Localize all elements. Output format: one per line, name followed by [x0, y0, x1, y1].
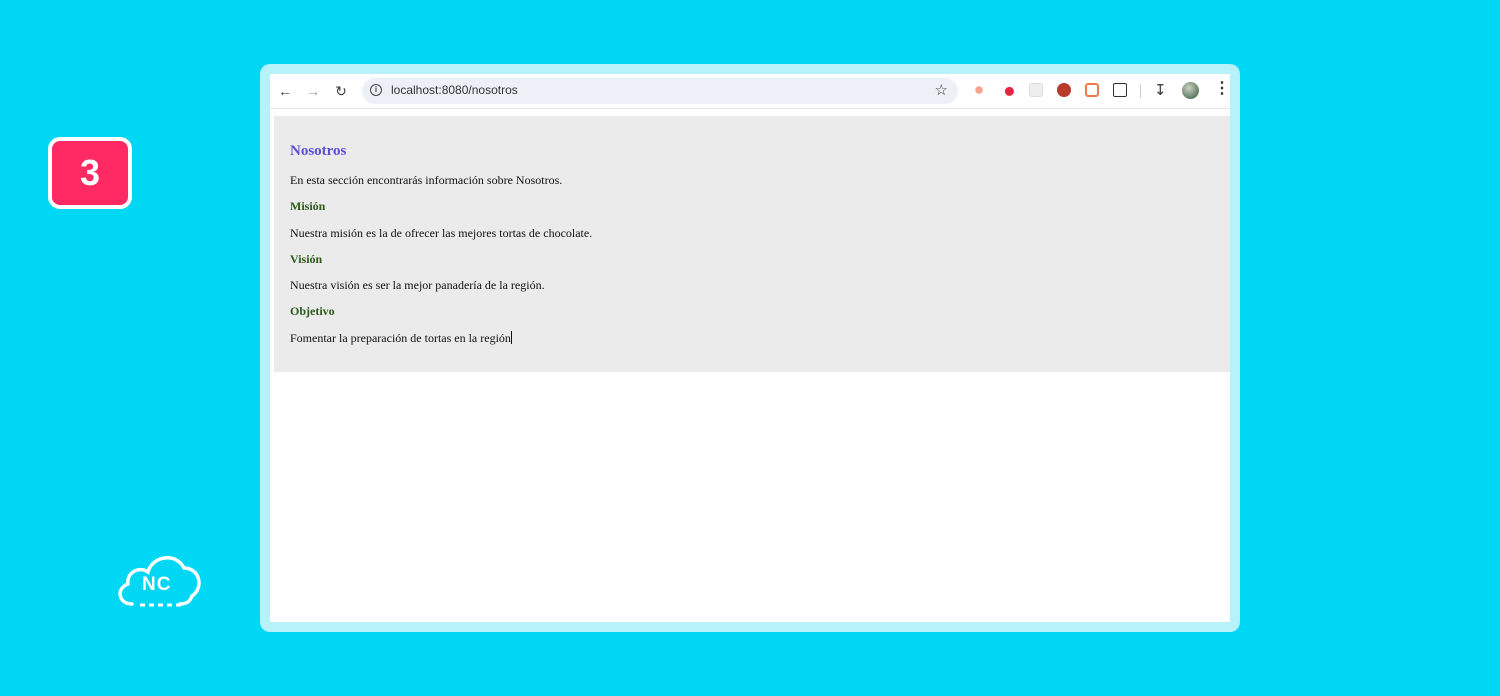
objective-paragraph: Fomentar la preparación de tortas en la … — [290, 331, 512, 346]
more-menu-icon[interactable]: ⋮ — [1214, 80, 1230, 98]
url-text[interactable]: localhost:8080/nosotros — [391, 83, 518, 97]
toolbar-divider — [1140, 84, 1141, 98]
address-bar[interactable]: i localhost:8080/nosotros ☆ — [362, 78, 958, 104]
star-icon[interactable]: ☆ — [935, 81, 948, 99]
text-caret — [510, 331, 512, 344]
extension-icon-2[interactable] — [1001, 83, 1015, 97]
extension-icon-3[interactable] — [1029, 83, 1043, 97]
extensions-puzzle-icon[interactable] — [1113, 83, 1127, 97]
extension-icon-5[interactable] — [1085, 83, 1099, 97]
mission-text: Nuestra misión es la de ofrecer las mejo… — [290, 226, 593, 240]
extension-icon-1[interactable] — [972, 83, 986, 97]
extension-icon-4[interactable] — [1057, 83, 1071, 97]
forward-arrow-icon[interactable]: → — [303, 81, 323, 101]
site-info-icon[interactable]: i — [370, 84, 382, 96]
nc-cloud-logo: NC — [112, 548, 206, 612]
intro-text: En esta sección encontrarás información … — [290, 173, 563, 187]
logo-text: NC — [142, 574, 172, 595]
browser-window: ← → ↻ i localhost:8080/nosotros ☆ ↧ ⋮ No… — [270, 74, 1230, 622]
back-arrow-icon[interactable]: ← — [275, 81, 295, 101]
reload-icon[interactable]: ↻ — [331, 81, 351, 101]
mission-heading: Misión — [290, 199, 326, 213]
objective-text: Fomentar la preparación de tortas en la … — [290, 331, 511, 345]
step-number-badge: 3 — [48, 137, 132, 209]
page-title: Nosotros — [290, 143, 347, 159]
vision-heading: Visión — [290, 252, 323, 266]
page-content: Nosotros En esta sección encontrarás inf… — [274, 116, 1230, 372]
browser-toolbar: ← → ↻ i localhost:8080/nosotros ☆ ↧ ⋮ — [270, 74, 1230, 109]
objective-heading: Objetivo — [290, 304, 335, 318]
download-icon[interactable]: ↧ — [1154, 81, 1167, 99]
browser-frame: ← → ↻ i localhost:8080/nosotros ☆ ↧ ⋮ No… — [260, 64, 1240, 632]
avatar[interactable] — [1182, 82, 1199, 99]
vision-text: Nuestra visión es ser la mejor panadería… — [290, 278, 545, 292]
